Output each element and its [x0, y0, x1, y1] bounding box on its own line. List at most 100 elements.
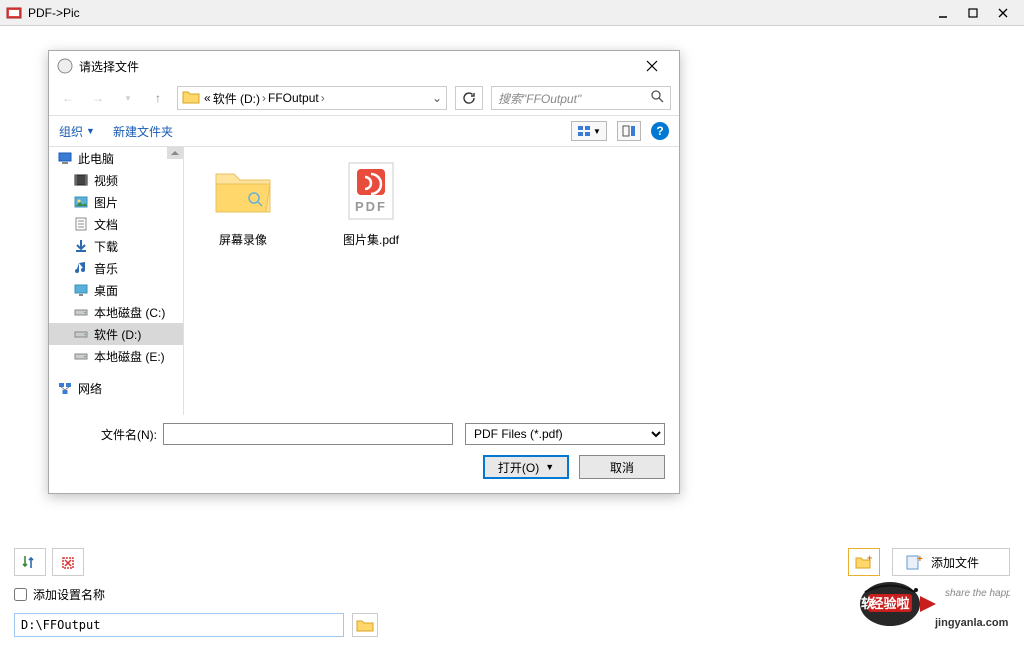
folder-icon [209, 157, 277, 225]
pc-icon [57, 150, 73, 166]
breadcrumb-dropdown-icon[interactable]: ⌄ [432, 91, 442, 105]
sidebar-item-label: 此电脑 [78, 150, 114, 167]
add-folder-button[interactable]: + [848, 548, 880, 576]
preview-icon [622, 125, 636, 137]
sidebar-item-label: 音乐 [94, 260, 118, 277]
chevron-right-icon: › [321, 91, 325, 105]
maximize-button[interactable] [958, 3, 988, 23]
sidebar-item-label: 网络 [78, 380, 102, 397]
drive-icon [73, 348, 89, 364]
sidebar-item-label: 本地磁盘 (C:) [94, 304, 165, 321]
sidebar-item-label: 图片 [94, 194, 118, 211]
refresh-button[interactable] [455, 86, 483, 110]
file-name-label: 图片集.pdf [343, 231, 399, 248]
music-icon [73, 260, 89, 276]
svg-text:+: + [917, 554, 923, 565]
sidebar-item-drive[interactable]: 软件 (D:) [49, 323, 183, 345]
dropdown-arrow-icon: ▼ [545, 462, 554, 472]
sidebar-item-video[interactable]: 视频 [49, 169, 183, 191]
desktop-icon [73, 282, 89, 298]
network-icon [57, 380, 73, 396]
breadcrumb-box[interactable]: « 软件 (D:) › FFOutput › ⌄ [177, 86, 447, 110]
dialog-icon [57, 58, 73, 74]
file-list-pane[interactable]: 屏幕录像 PDF 图片集.pdf [184, 147, 679, 415]
sidebar-item-desktop[interactable]: 桌面 [49, 279, 183, 301]
folder-icon [356, 618, 374, 632]
sidebar-item-label: 本地磁盘 (E:) [94, 348, 165, 365]
pictures-icon [73, 194, 89, 210]
nav-forward-button[interactable]: → [87, 87, 109, 109]
add-settings-checkbox[interactable] [14, 588, 27, 601]
add-settings-label: 添加设置名称 [33, 586, 105, 603]
drive-icon [73, 304, 89, 320]
minimize-button[interactable] [928, 3, 958, 23]
sidebar-item-label: 桌面 [94, 282, 118, 299]
svg-text:软: 软 [861, 596, 874, 611]
video-icon [73, 172, 89, 188]
svg-text:经验啦: 经验啦 [870, 596, 909, 611]
svg-text:jingyanla.com: jingyanla.com [934, 617, 1009, 629]
drive-icon [73, 326, 89, 342]
filename-input[interactable] [163, 423, 453, 445]
file-picker-dialog: 请选择文件 ← → ▾ ↑ « 软件 (D:) › FFOutput › ⌄ [48, 50, 680, 494]
view-icon [577, 125, 591, 137]
sidebar-item-music[interactable]: 音乐 [49, 257, 183, 279]
new-folder-button[interactable]: 新建文件夹 [113, 123, 173, 140]
folder-item[interactable]: 屏幕录像 [194, 157, 292, 248]
view-mode-button[interactable]: ▼ [571, 121, 607, 141]
breadcrumb-part-0[interactable]: 软件 (D:) [213, 90, 260, 107]
breadcrumb-prefix: « [204, 91, 211, 105]
add-file-label: 添加文件 [931, 554, 979, 571]
add-file-icon: + [905, 554, 923, 570]
svg-text:share the happy: share the happy [945, 588, 1010, 599]
search-input[interactable]: 搜索"FFOutput" [491, 86, 671, 110]
help-button[interactable]: ? [651, 122, 669, 140]
nav-recent-dropdown[interactable]: ▾ [117, 87, 139, 109]
sidebar-item-network[interactable]: 网络 [49, 377, 183, 399]
search-icon [651, 90, 664, 106]
file-item[interactable]: PDF 图片集.pdf [322, 157, 420, 248]
sidebar-scrollbar-up[interactable] [167, 147, 183, 159]
nav-back-button[interactable]: ← [57, 87, 79, 109]
breadcrumb-part-1[interactable]: FFOutput [268, 91, 319, 105]
sidebar-item-label: 下载 [94, 238, 118, 255]
swap-button[interactable] [14, 548, 46, 576]
folder-icon [182, 89, 200, 107]
sidebar-item-downloads[interactable]: 下载 [49, 235, 183, 257]
output-path-input[interactable] [14, 613, 344, 637]
refresh-icon [462, 91, 476, 105]
sidebar-item-documents[interactable]: 文档 [49, 213, 183, 235]
downloads-icon [73, 238, 89, 254]
watermark: 经验啦 软 share the happy jingyanla.com [850, 574, 1010, 637]
add-file-button[interactable]: + 添加文件 [892, 548, 1010, 576]
browse-folder-button[interactable] [352, 613, 378, 637]
open-button[interactable]: 打开(O)▼ [483, 455, 569, 479]
file-name-label: 屏幕录像 [219, 231, 267, 248]
sidebar-item-label: 文档 [94, 216, 118, 233]
dialog-close-button[interactable] [633, 52, 671, 80]
sidebar-item-label: 软件 (D:) [94, 326, 141, 343]
filetype-select[interactable]: PDF Files (*.pdf) [465, 423, 665, 445]
cancel-button[interactable]: 取消 [579, 455, 665, 479]
window-controls [928, 3, 1018, 23]
nav-up-button[interactable]: ↑ [147, 87, 169, 109]
documents-icon [73, 216, 89, 232]
delete-button[interactable] [52, 548, 84, 576]
close-button[interactable] [988, 3, 1018, 23]
dialog-toolbar: 组织 ▼ 新建文件夹 ▼ ? [49, 115, 679, 147]
sidebar: 此电脑视频图片文档下载音乐桌面本地磁盘 (C:) 软件 (D:) 本地磁盘 (E:)… [49, 147, 184, 415]
dialog-body: 此电脑视频图片文档下载音乐桌面本地磁盘 (C:) 软件 (D:) 本地磁盘 (E:)… [49, 147, 679, 415]
sidebar-item-drive[interactable]: 本地磁盘 (E:) [49, 345, 183, 367]
organize-menu[interactable]: 组织 ▼ [59, 123, 95, 140]
sidebar-item-pc[interactable]: 此电脑 [49, 147, 183, 169]
sidebar-item-pictures[interactable]: 图片 [49, 191, 183, 213]
pdf-icon: PDF [337, 157, 405, 225]
preview-pane-button[interactable] [617, 121, 641, 141]
sidebar-item-drive[interactable]: 本地磁盘 (C:) [49, 301, 183, 323]
dialog-footer: 文件名(N): PDF Files (*.pdf) 打开(O)▼ 取消 [49, 415, 679, 493]
app-icon [6, 5, 22, 21]
dialog-title: 请选择文件 [79, 58, 633, 75]
svg-text:+: + [867, 553, 872, 563]
svg-text:PDF: PDF [355, 199, 387, 214]
dialog-titlebar: 请选择文件 [49, 51, 679, 81]
